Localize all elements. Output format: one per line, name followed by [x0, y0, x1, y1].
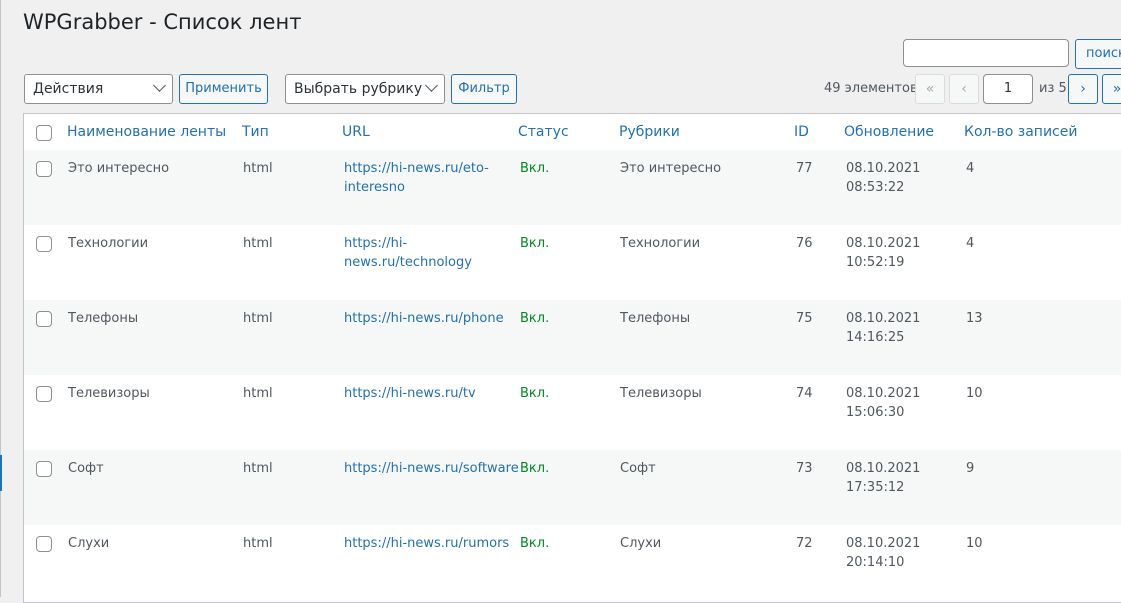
column-header-updated[interactable]: Обновление	[844, 124, 934, 140]
cell-type: html	[243, 536, 273, 551]
cell-id: 74	[796, 386, 813, 401]
row-checkbox[interactable]	[36, 161, 52, 177]
row-checkbox[interactable]	[36, 386, 52, 402]
cell-category: Это интересно	[620, 161, 722, 176]
cell-category: Телефоны	[620, 311, 691, 326]
cell-updated-time: 20:14:10	[846, 555, 905, 570]
cell-name: Это интересно	[68, 161, 170, 176]
category-filter-value: Выбрать рубрику	[294, 81, 423, 97]
column-header-id[interactable]: ID	[794, 124, 809, 140]
table-row: Софт html https://hi-news.ru/software Вкл. С…	[24, 450, 1121, 525]
column-header-name[interactable]: Наименование ленты	[67, 124, 226, 140]
search-button[interactable]: поиск	[1075, 39, 1121, 69]
cell-id: 77	[796, 161, 813, 176]
chevron-down-icon	[425, 79, 438, 92]
bulk-actions-value: Действия	[33, 81, 104, 97]
cell-name: Телевизоры	[68, 386, 150, 401]
cell-name: Технологии	[68, 236, 149, 251]
cell-type: html	[243, 386, 273, 401]
table-row: Телефоны html https://hi-news.ru/phone Вкл.…	[24, 300, 1121, 375]
category-filter-select[interactable]: Выбрать рубрику	[285, 74, 445, 104]
row-checkbox[interactable]	[36, 461, 52, 477]
cell-status: Вкл.	[520, 536, 550, 551]
cell-url[interactable]: https://hi-news.ru/phone	[344, 309, 504, 328]
search-input[interactable]	[903, 39, 1069, 67]
cell-name: Слухи	[68, 536, 110, 551]
select-all-checkbox[interactable]	[36, 125, 52, 141]
row-checkbox[interactable]	[36, 236, 52, 252]
row-checkbox[interactable]	[36, 311, 52, 327]
cell-status: Вкл.	[520, 236, 550, 251]
chevron-down-icon	[153, 79, 166, 92]
table-row: Технологии html https://hi-news.ru/technol…	[24, 225, 1121, 300]
cell-records: 4	[966, 236, 975, 251]
current-page-input[interactable]: 1	[983, 74, 1033, 104]
first-page-button[interactable]: «	[915, 74, 945, 104]
cell-category: Софт	[620, 461, 656, 476]
column-header-status[interactable]: Статус	[518, 124, 569, 140]
next-page-button[interactable]: ›	[1068, 74, 1098, 104]
cell-url-cont[interactable]: news.ru/technology	[344, 253, 472, 272]
cell-updated-time: 10:52:19	[846, 255, 905, 270]
cell-updated-time: 14:16:25	[846, 330, 905, 345]
feeds-table: Наименование ленты Тип URL Статус Рубрик…	[23, 113, 1121, 603]
table-row: Телевизоры html https://hi-news.ru/tv Вкл. Т…	[24, 375, 1121, 450]
cell-records: 10	[966, 536, 983, 551]
cell-category: Технологии	[620, 236, 701, 251]
table-row: Слухи html https://hi-news.ru/rumors Вкл. Сл…	[24, 525, 1121, 600]
cell-url[interactable]: https://hi-news.ru/eto-	[344, 159, 489, 178]
cell-url[interactable]: https://hi-news.ru/tv	[344, 384, 476, 403]
cell-id: 76	[796, 236, 813, 251]
prev-page-button[interactable]: ‹	[949, 74, 979, 104]
cell-updated-time: 17:35:12	[846, 480, 905, 495]
cell-updated: 08.10.2021	[846, 461, 921, 476]
cell-category: Слухи	[620, 536, 662, 551]
cell-id: 73	[796, 461, 813, 476]
cell-updated: 08.10.2021	[846, 386, 921, 401]
cell-records: 13	[966, 311, 983, 326]
cell-name: Телефоны	[68, 311, 139, 326]
cell-updated: 08.10.2021	[846, 536, 921, 551]
cell-type: html	[243, 311, 273, 326]
cell-type: html	[243, 236, 273, 251]
admin-menu-indicator	[0, 455, 2, 491]
cell-id: 72	[796, 536, 813, 551]
cell-status: Вкл.	[520, 461, 550, 476]
cell-type: html	[243, 461, 273, 476]
cell-url-cont[interactable]: interesno	[344, 178, 405, 197]
bulk-actions-select[interactable]: Действия	[24, 74, 173, 104]
cell-url[interactable]: https://hi-	[344, 234, 407, 253]
apply-button[interactable]: Применить	[179, 74, 268, 104]
table-header: Наименование ленты Тип URL Статус Рубрик…	[24, 114, 1121, 151]
filter-button[interactable]: Фильтр	[451, 74, 517, 104]
last-page-button[interactable]: »	[1102, 74, 1121, 104]
cell-updated-time: 08:53:22	[846, 180, 905, 195]
column-header-type[interactable]: Тип	[242, 124, 269, 140]
cell-updated: 08.10.2021	[846, 161, 921, 176]
cell-status: Вкл.	[520, 386, 550, 401]
cell-records: 9	[966, 461, 975, 476]
items-count: 49 элементов	[824, 81, 918, 96]
cell-updated: 08.10.2021	[846, 236, 921, 251]
cell-records: 4	[966, 161, 975, 176]
column-header-records[interactable]: Кол-во записей	[964, 124, 1077, 140]
row-checkbox[interactable]	[36, 536, 52, 552]
cell-type: html	[243, 161, 273, 176]
cell-updated: 08.10.2021	[846, 311, 921, 326]
page-title: WPGrabber - Список лент	[23, 10, 302, 34]
cell-status: Вкл.	[520, 311, 550, 326]
cell-id: 75	[796, 311, 813, 326]
admin-sidebar-edge	[0, 0, 1, 597]
cell-status: Вкл.	[520, 161, 550, 176]
table-row: Это интересно html https://hi-news.ru/eto-…	[24, 150, 1121, 225]
cell-url[interactable]: https://hi-news.ru/software	[344, 459, 519, 478]
column-header-url[interactable]: URL	[342, 124, 370, 140]
cell-url[interactable]: https://hi-news.ru/rumors	[344, 534, 509, 553]
cell-updated-time: 15:06:30	[846, 405, 905, 420]
total-pages: из 5	[1039, 81, 1067, 96]
cell-category: Телевизоры	[620, 386, 702, 401]
cell-name: Софт	[68, 461, 104, 476]
cell-records: 10	[966, 386, 983, 401]
column-header-categories[interactable]: Рубрики	[619, 124, 680, 140]
